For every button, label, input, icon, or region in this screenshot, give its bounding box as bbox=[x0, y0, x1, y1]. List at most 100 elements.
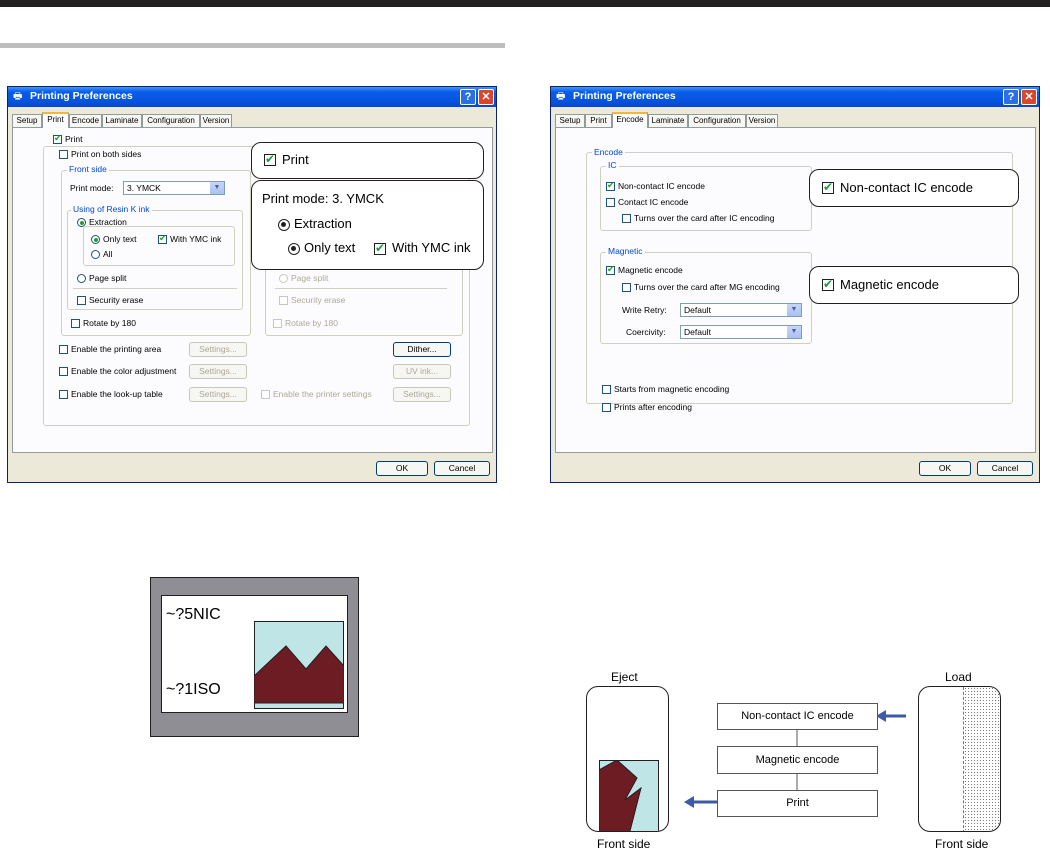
turns-mg-checkbox[interactable] bbox=[622, 283, 631, 292]
enable-printer-settings-checkbox[interactable] bbox=[261, 390, 270, 399]
tab-version[interactable]: Version bbox=[746, 114, 778, 127]
contact-ic-checkbox[interactable] bbox=[606, 198, 615, 207]
turns-ic-label: Turns over the card after IC encoding bbox=[634, 213, 775, 223]
with-ymc-checkbox[interactable] bbox=[158, 233, 167, 244]
print-callout-text: Print bbox=[282, 152, 309, 167]
enable-color-adjustment-checkbox[interactable] bbox=[59, 367, 68, 376]
enable-color-adjustment-label: Enable the color adjustment bbox=[71, 366, 177, 376]
prints-after-label: Prints after encoding bbox=[614, 402, 692, 412]
ok-button[interactable]: OK bbox=[919, 461, 971, 476]
print-callout: Print bbox=[251, 142, 484, 179]
enable-printing-area-checkbox[interactable] bbox=[59, 345, 68, 354]
load-card bbox=[918, 686, 1001, 832]
checkbox-icon bbox=[822, 277, 834, 291]
cancel-button[interactable]: Cancel bbox=[977, 461, 1033, 476]
card-text-line2: ~?1ISO bbox=[166, 681, 221, 698]
coercivity-value: Default bbox=[684, 327, 711, 337]
tab-laminate[interactable]: Laminate bbox=[102, 114, 142, 127]
checkbox-icon bbox=[374, 241, 386, 255]
front-side-title: Front side bbox=[67, 164, 109, 174]
back-page-split-radio[interactable] bbox=[279, 274, 288, 283]
cancel-button[interactable]: Cancel bbox=[434, 461, 490, 476]
non-contact-ic-checkbox[interactable] bbox=[606, 180, 615, 191]
print-both-sides-label: Print on both sides bbox=[71, 149, 142, 159]
page-split-radio[interactable] bbox=[77, 274, 86, 283]
turns-mg-label: Turns over the card after MG encoding bbox=[634, 282, 780, 292]
magnetic-title: Magnetic bbox=[606, 246, 645, 256]
ok-button[interactable]: OK bbox=[376, 461, 428, 476]
magnetic-encode-checkbox[interactable] bbox=[606, 264, 615, 275]
contact-ic-label: Contact IC encode bbox=[618, 197, 689, 207]
rotate-checkbox[interactable] bbox=[71, 319, 80, 328]
load-label: Load bbox=[945, 670, 972, 684]
only-text-radio[interactable] bbox=[91, 235, 100, 244]
dialog-title: Printing Preferences bbox=[30, 90, 133, 102]
tab-setup[interactable]: Setup bbox=[12, 114, 42, 127]
tab-print[interactable]: Print bbox=[42, 112, 69, 128]
lookup-settings-button[interactable]: Settings... bbox=[189, 387, 247, 402]
card-sample: ~?5NIC ~?1ISO bbox=[161, 595, 348, 713]
tab-configuration[interactable]: Configuration bbox=[688, 114, 746, 127]
chevron-down-icon: ▼ bbox=[787, 304, 801, 316]
non-contact-ic-callout-text: Non-contact IC encode bbox=[840, 180, 973, 195]
separator bbox=[275, 288, 447, 289]
printer-icon: 🖶 bbox=[13, 91, 23, 102]
tab-print[interactable]: Print bbox=[585, 114, 612, 127]
tab-version[interactable]: Version bbox=[200, 114, 232, 127]
dither-button[interactable]: Dither... bbox=[393, 342, 451, 357]
help-button[interactable]: ? bbox=[460, 89, 476, 105]
dialog-title: Printing Preferences bbox=[573, 90, 676, 102]
tab-encode[interactable]: Encode bbox=[69, 114, 102, 127]
prints-after-checkbox[interactable] bbox=[602, 403, 611, 412]
close-button[interactable]: ✕ bbox=[478, 89, 494, 105]
printer-settings-button[interactable]: Settings... bbox=[393, 387, 451, 402]
title-bar: 🖶 Printing Preferences ? ✕ bbox=[8, 87, 496, 107]
encode-title: Encode bbox=[592, 147, 625, 157]
extraction-subgroup bbox=[83, 226, 235, 266]
tab-laminate[interactable]: Laminate bbox=[648, 114, 688, 127]
printed-card-image bbox=[599, 760, 659, 831]
coercivity-label: Coercivity: bbox=[626, 327, 666, 337]
top-rule bbox=[0, 0, 1050, 7]
with-ymc-callout-text: With YMC ink bbox=[392, 240, 471, 255]
section-rule bbox=[0, 43, 505, 48]
page-split-label: Page split bbox=[89, 273, 127, 283]
card-image bbox=[254, 621, 344, 709]
starts-magnetic-checkbox[interactable] bbox=[602, 385, 611, 394]
front-side-left-label: Front side bbox=[597, 837, 651, 851]
print-checkbox[interactable] bbox=[53, 133, 62, 144]
back-security-erase-checkbox[interactable] bbox=[279, 296, 288, 305]
uv-ink-button[interactable]: UV ink... bbox=[393, 364, 451, 379]
tab-setup[interactable]: Setup bbox=[555, 114, 585, 127]
rotate-label: Rotate by 180 bbox=[83, 318, 136, 328]
non-contact-ic-label: Non-contact IC encode bbox=[618, 181, 705, 191]
back-page-split-label: Page split bbox=[291, 273, 329, 283]
help-button[interactable]: ? bbox=[1003, 89, 1019, 105]
tab-encode[interactable]: Encode bbox=[612, 112, 648, 128]
turns-ic-checkbox[interactable] bbox=[622, 214, 631, 223]
card-text-line1: ~?5NIC bbox=[166, 606, 221, 623]
tab-configuration[interactable]: Configuration bbox=[142, 114, 200, 127]
security-erase-checkbox[interactable] bbox=[77, 296, 86, 305]
enable-lookup-checkbox[interactable] bbox=[59, 390, 68, 399]
back-rotate-checkbox[interactable] bbox=[273, 319, 282, 328]
front-side-right-label: Front side bbox=[935, 837, 989, 851]
color-adjustment-settings-button[interactable]: Settings... bbox=[189, 364, 247, 379]
magnetic-encode-callout-text: Magnetic encode bbox=[840, 277, 940, 292]
chevron-down-icon: ▼ bbox=[787, 326, 801, 338]
magnetic-stripe bbox=[963, 687, 1000, 831]
back-rotate-label: Rotate by 180 bbox=[285, 318, 338, 328]
printing-area-settings-button[interactable]: Settings... bbox=[189, 342, 247, 357]
close-button[interactable]: ✕ bbox=[1021, 89, 1037, 105]
coercivity-select[interactable]: Default ▼ bbox=[680, 325, 802, 339]
write-retry-select[interactable]: Default ▼ bbox=[680, 303, 802, 317]
checkbox-icon bbox=[822, 180, 834, 194]
all-radio[interactable] bbox=[91, 250, 100, 259]
eject-label: Eject bbox=[611, 670, 638, 684]
magnetic-encode-callout: Magnetic encode bbox=[809, 266, 1019, 304]
card-sample-frame: ~?5NIC ~?1ISO bbox=[150, 577, 359, 737]
chevron-down-icon: ▼ bbox=[210, 182, 224, 194]
enable-printing-area-label: Enable the printing area bbox=[71, 344, 162, 354]
print-both-sides-checkbox[interactable] bbox=[59, 150, 68, 159]
print-mode-select[interactable]: 3. YMCK ▼ bbox=[123, 181, 225, 195]
